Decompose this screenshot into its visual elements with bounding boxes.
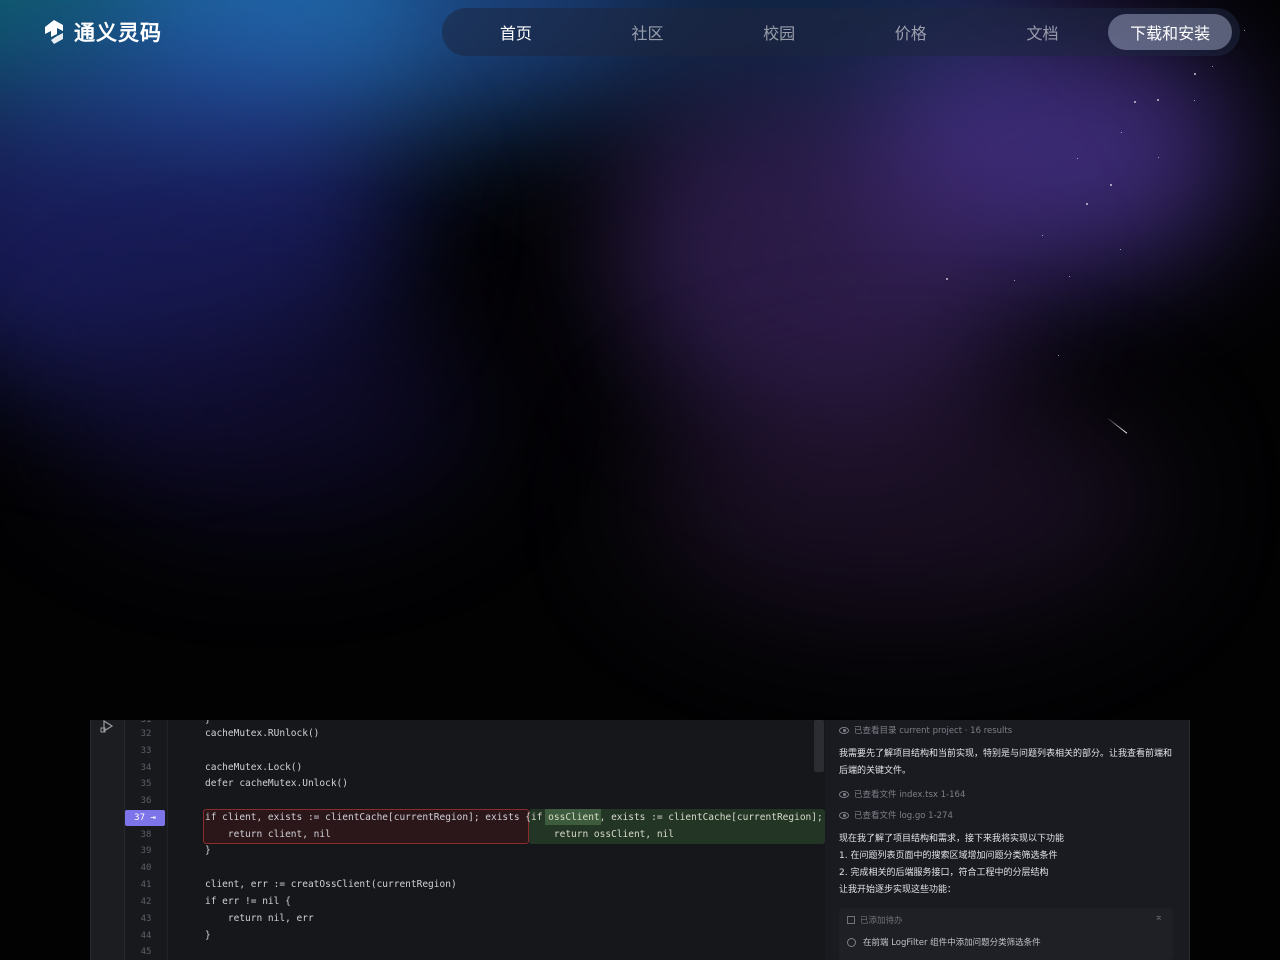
context-reference[interactable]: 已查看文件 index.tsx 1-164 xyxy=(839,788,965,800)
star xyxy=(1134,101,1136,103)
suggestion-line: if ossClient, exists := clientCache[curr… xyxy=(531,812,823,823)
download-install-button[interactable]: 下载和安装 xyxy=(1108,14,1232,50)
nav-item-pricing[interactable]: 价格 xyxy=(845,20,977,44)
star xyxy=(946,278,948,280)
star xyxy=(1194,100,1195,101)
code-line: return client, nil xyxy=(205,829,331,840)
line-number: 40 xyxy=(140,863,152,873)
star xyxy=(1157,99,1159,101)
star xyxy=(1212,66,1213,67)
main-navigation: 首页 社区 校园 价格 文档 下载和安装 xyxy=(442,8,1240,56)
nav-item-campus[interactable]: 校园 xyxy=(713,20,845,44)
eye-icon xyxy=(839,790,849,798)
context-reference[interactable]: 已查看文件 log.go 1-274 xyxy=(839,809,953,821)
star xyxy=(1244,30,1245,31)
todo-checkbox[interactable] xyxy=(847,937,856,947)
star xyxy=(1158,157,1159,158)
context-reference-text: 已查看文件 index.tsx 1-164 xyxy=(854,790,966,800)
todo-item[interactable]: 在前端 LogFilter 组件中添加问题分类筛选条件 xyxy=(847,936,1041,948)
star xyxy=(1194,73,1196,75)
line-number: 42 xyxy=(140,897,152,907)
collapse-icon[interactable]: ⌅ xyxy=(1155,912,1163,923)
code-line: client, err := creatOssClient(currentReg… xyxy=(205,879,457,890)
code-line: cacheMutex.Lock() xyxy=(205,762,303,773)
assistant-message: 现在我了解了项目结构和需求，接下来我将实现以下功能 1. 在问题列表页面中的搜索… xyxy=(839,831,1179,899)
star xyxy=(1069,276,1070,277)
line-number: 44 xyxy=(140,931,152,941)
line-number: 45 xyxy=(140,947,152,957)
line-number: 34 xyxy=(140,763,152,773)
ai-chat-panel: 已查看目录 current project · 16 results 我需要先了… xyxy=(825,720,1189,960)
message-line: 1. 在问题列表页面中的搜索区域增加问题分类筛选条件 xyxy=(839,851,1058,861)
star xyxy=(1120,249,1121,250)
message-line: 现在我了解了项目结构和需求，接下来我将实现以下功能 xyxy=(839,834,1065,844)
line-number: 33 xyxy=(140,746,152,756)
code-line: if client, exists := clientCache[current… xyxy=(205,812,532,823)
todo-title: 已添加待办 xyxy=(860,916,903,926)
todo-header[interactable]: 已添加待办 xyxy=(847,912,903,928)
star xyxy=(1014,280,1015,281)
line-number: 41 xyxy=(140,880,152,890)
code-line: if err != nil { xyxy=(205,896,291,907)
run-debug-icon[interactable] xyxy=(99,720,115,734)
fold-divider xyxy=(167,720,168,960)
context-reference-text: 已查看文件 log.go 1-274 xyxy=(854,811,953,821)
message-line: 2. 完成相关的后端服务接口，符合工程中的分层结构 xyxy=(839,868,1049,878)
tool-strip xyxy=(91,720,125,960)
nav-item-docs[interactable]: 文档 xyxy=(977,20,1109,44)
line-number: 35 xyxy=(140,779,152,789)
nav-item-home[interactable]: 首页 xyxy=(450,20,582,44)
eye-icon xyxy=(839,726,849,734)
todo-item-text: 在前端 LogFilter 组件中添加问题分类筛选条件 xyxy=(863,938,1041,948)
brand-name: 通义灵码 xyxy=(74,21,162,45)
line-number-current: 37 ⇥ xyxy=(125,810,165,826)
nav-item-community[interactable]: 社区 xyxy=(582,20,714,44)
assistant-message: 我需要先了解项目结构和当前实现，特别是与问题列表相关的部分。让我查看前端和后端的… xyxy=(839,749,1173,776)
star xyxy=(1121,132,1122,133)
message-line: 让我开始逐步实现这些功能： xyxy=(839,885,957,895)
line-number-gutter: 31 32 33 34 35 36 37 ⇥ 38 39 40 41 42 43… xyxy=(125,720,167,960)
code-editor[interactable]: } cacheMutex.RUnlock() cacheMutex.Lock()… xyxy=(205,720,825,960)
line-number: 38 xyxy=(140,830,152,840)
list-icon xyxy=(847,916,855,924)
star xyxy=(1110,184,1112,186)
tongyi-lingma-logo-icon xyxy=(45,20,63,44)
line-number: 43 xyxy=(140,914,152,924)
eye-icon xyxy=(839,811,849,819)
tab-accept-icon: ⇥ xyxy=(150,813,156,823)
aurora-glow xyxy=(60,300,480,520)
aurora-glow xyxy=(640,380,1160,620)
line-number: 39 xyxy=(140,846,152,856)
code-line: return nil, err xyxy=(205,913,314,924)
ide-preview: 31 32 33 34 35 36 37 ⇥ 38 39 40 41 42 43… xyxy=(90,720,1190,960)
line-number-value: 37 xyxy=(134,813,145,823)
line-number: 36 xyxy=(140,796,152,806)
suggestion-line: return ossClient, nil xyxy=(531,829,674,840)
brand-logo[interactable]: 通义灵码 xyxy=(40,16,162,48)
star xyxy=(1086,203,1088,205)
todo-card: 已添加待办 ⌅ 在前端 LogFilter 组件中添加问题分类筛选条件 xyxy=(839,908,1173,960)
star xyxy=(1042,235,1043,236)
context-reference[interactable]: 已查看目录 current project · 16 results xyxy=(839,724,1012,736)
code-line: cacheMutex.RUnlock() xyxy=(205,728,320,739)
star xyxy=(1077,158,1078,159)
context-reference-text: 已查看目录 current project · 16 results xyxy=(854,726,1013,736)
code-line: } xyxy=(205,845,211,856)
editor-scrollbar[interactable] xyxy=(814,720,824,772)
code-line: } xyxy=(205,930,211,941)
star xyxy=(1058,355,1059,356)
line-number: 32 xyxy=(140,729,152,739)
code-line: defer cacheMutex.Unlock() xyxy=(205,778,348,789)
